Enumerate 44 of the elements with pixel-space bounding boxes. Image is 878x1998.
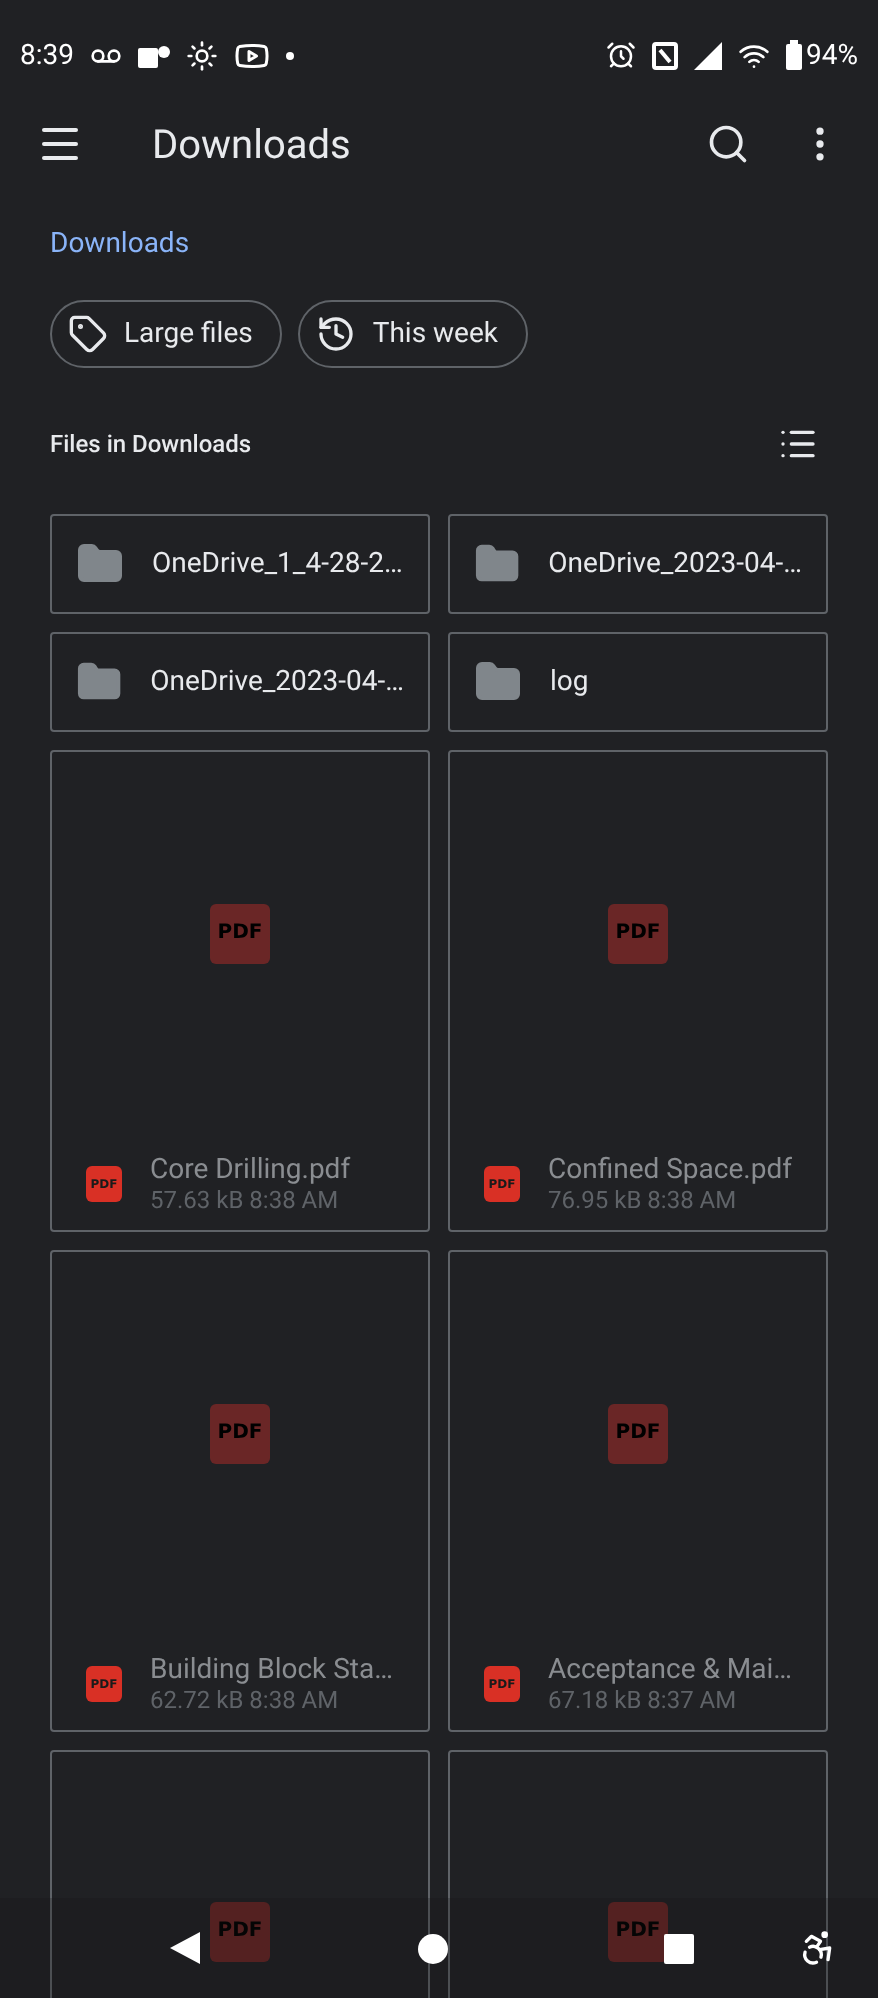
history-icon bbox=[316, 314, 357, 354]
file-name: Acceptance & Mai… bbox=[548, 1654, 793, 1686]
file-name: Building Block Sta… bbox=[150, 1654, 393, 1686]
battery-icon bbox=[786, 40, 802, 70]
file-name: Confined Space.pdf bbox=[548, 1154, 792, 1186]
file-details: 76.95 kB 8:38 AM bbox=[548, 1186, 739, 1214]
pdf-thumbnail: PDF bbox=[210, 903, 270, 963]
file-details: 67.18 kB 8:37 AM bbox=[548, 1686, 739, 1714]
folder-name: OneDrive_2023-04-… bbox=[548, 548, 802, 580]
folder-card[interactable]: OneDrive_2023-04-… bbox=[50, 632, 430, 732]
sun-icon bbox=[186, 39, 218, 71]
filter-chip[interactable]: This week bbox=[298, 300, 528, 368]
search-icon[interactable] bbox=[706, 122, 750, 166]
file-details: 57.63 kB 8:38 AM bbox=[150, 1186, 341, 1214]
recents-icon[interactable] bbox=[664, 1933, 694, 1963]
pdf-thumbnail: PDF bbox=[210, 1403, 270, 1463]
pdf-thumbnail: PDF bbox=[210, 1901, 270, 1961]
screen-title: Downloads bbox=[152, 120, 351, 168]
back-icon[interactable] bbox=[170, 1932, 200, 1964]
folder-icon bbox=[474, 658, 522, 706]
folder-name: OneDrive_2023-04-… bbox=[150, 666, 404, 698]
dot-icon bbox=[286, 51, 294, 59]
section-title: Files in Downloads bbox=[50, 430, 252, 458]
home-icon[interactable] bbox=[417, 1933, 447, 1963]
signal-icon bbox=[694, 41, 722, 69]
folder-icon bbox=[76, 540, 124, 588]
battery-percent: 94% bbox=[806, 39, 858, 71]
folder-name: log bbox=[550, 666, 589, 698]
pdf-thumbnail: PDF bbox=[608, 903, 668, 963]
file-details: 62.72 kB 8:38 AM bbox=[150, 1686, 341, 1714]
file-name: Core Drilling.pdf bbox=[150, 1154, 351, 1186]
folder-name: OneDrive_1_4-28-2… bbox=[152, 548, 403, 580]
folder-card[interactable]: OneDrive_2023-04-… bbox=[448, 514, 828, 614]
filter-chip[interactable]: Large files bbox=[50, 300, 283, 368]
app-icon bbox=[138, 41, 170, 69]
folder-card[interactable]: log bbox=[448, 632, 828, 732]
tag-icon bbox=[68, 314, 108, 354]
alarm-icon bbox=[606, 40, 636, 70]
pdf-thumbnail: PDF bbox=[608, 1901, 668, 1961]
pdf-thumbnail: PDF bbox=[608, 1403, 668, 1463]
status-time: 8:39 bbox=[20, 39, 74, 71]
breadcrumb-link[interactable]: Downloads bbox=[50, 228, 190, 260]
wifi-icon bbox=[738, 39, 770, 71]
folder-card[interactable]: OneDrive_1_4-28-2… bbox=[50, 514, 430, 614]
